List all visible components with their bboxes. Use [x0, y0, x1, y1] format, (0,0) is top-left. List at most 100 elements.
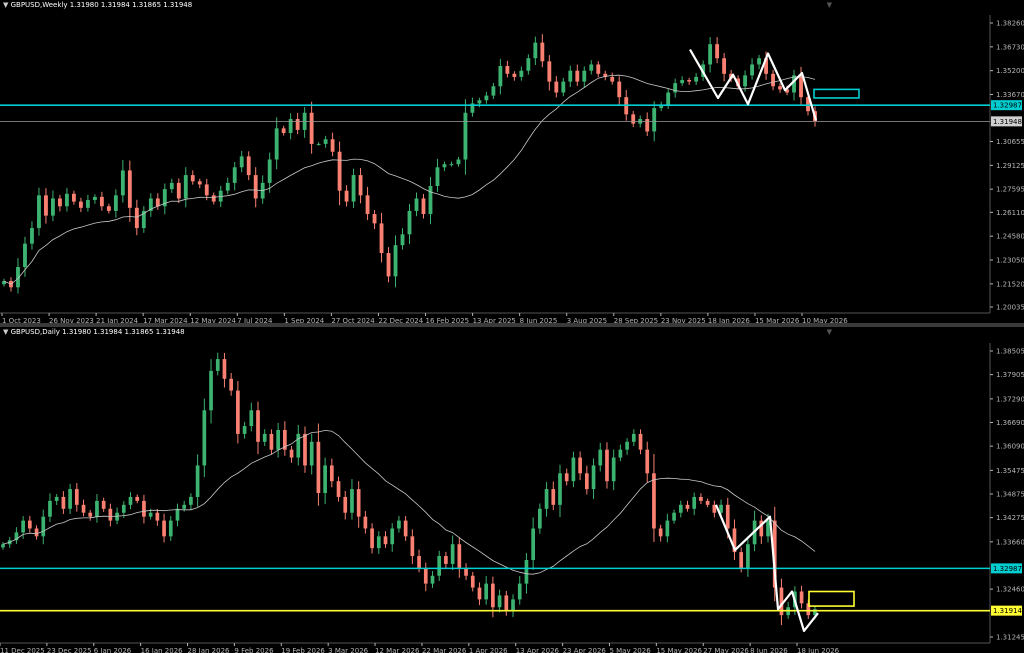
candle-body[interactable] [512, 73, 517, 77]
candle-body[interactable] [421, 198, 426, 215]
scroll-marker-icon[interactable]: ▼ [827, 1, 832, 9]
candle-body[interactable] [658, 528, 663, 537]
candle-body[interactable] [209, 370, 213, 411]
candle-body[interactable] [407, 210, 412, 235]
candle-body[interactable] [37, 195, 41, 229]
candle-body[interactable] [428, 185, 433, 215]
candle-body[interactable] [652, 473, 656, 529]
candle-body[interactable] [295, 118, 300, 130]
candle-body[interactable] [386, 253, 391, 277]
candle-body[interactable] [197, 181, 202, 185]
candle-body[interactable] [705, 500, 710, 505]
candle-body[interactable] [51, 198, 55, 216]
candle-body[interactable] [708, 44, 713, 65]
candle-body[interactable] [239, 156, 244, 168]
candle-body[interactable] [176, 182, 181, 199]
target-zone-box[interactable] [808, 590, 855, 607]
candle-body[interactable] [142, 500, 146, 517]
candle-body[interactable] [127, 170, 132, 208]
candle-body[interactable] [625, 441, 629, 450]
candle-body[interactable] [645, 118, 650, 132]
candle-body[interactable] [204, 184, 209, 196]
candle-body[interactable] [358, 175, 363, 196]
candle-body[interactable] [175, 508, 180, 521]
scroll-marker-icon[interactable]: ▼ [827, 328, 832, 336]
candle-body[interactable] [21, 520, 25, 533]
candle-body[interactable] [450, 544, 455, 564]
candle-body[interactable] [190, 175, 195, 182]
candle-body[interactable] [379, 223, 384, 254]
candle-body[interactable] [778, 86, 782, 90]
candle-body[interactable] [202, 410, 207, 466]
candle-body[interactable] [771, 73, 775, 87]
candle-body[interactable] [463, 112, 468, 160]
candle-body[interactable] [120, 170, 125, 196]
candle-body[interactable] [169, 182, 174, 190]
candle-body[interactable] [276, 429, 280, 450]
candle-body[interactable] [799, 591, 804, 604]
candle-body[interactable] [722, 58, 727, 74]
candle-body[interactable] [665, 520, 670, 537]
candle-body[interactable] [309, 441, 314, 466]
candle-body[interactable] [743, 75, 748, 87]
candle-body[interactable] [253, 175, 258, 199]
weekly-chart-panel[interactable]: 1.38260 1.36730 1.35200 1.33670 1.30655 1.291… [0, 0, 1024, 323]
candle-body[interactable] [511, 599, 515, 612]
candle-body[interactable] [504, 595, 509, 612]
candle-body[interactable] [323, 465, 327, 494]
candle-body[interactable] [449, 164, 454, 166]
candle-body[interactable] [533, 42, 538, 59]
candle-body[interactable] [106, 206, 111, 211]
candle-body[interactable] [611, 457, 616, 482]
candle-body[interactable] [605, 449, 609, 482]
candle-body[interactable] [95, 500, 99, 517]
candle-body[interactable] [617, 81, 622, 98]
candle-body[interactable] [757, 58, 761, 65]
candle-body[interactable] [403, 520, 408, 537]
candle-body[interactable] [598, 449, 603, 466]
candle-body[interactable] [596, 64, 601, 74]
candle-body[interactable] [225, 182, 230, 191]
candle-body[interactable] [182, 504, 187, 509]
candle-body[interactable] [750, 64, 755, 76]
candle-body[interactable] [540, 42, 545, 62]
candle-body[interactable] [610, 76, 615, 82]
candle-body[interactable] [547, 61, 552, 82]
candle-body[interactable] [101, 500, 106, 509]
candle-body[interactable] [551, 489, 556, 505]
candle-body[interactable] [568, 70, 573, 82]
target-zone-box[interactable] [813, 88, 860, 99]
candle-body[interactable] [85, 200, 90, 208]
candle-body[interactable] [437, 556, 442, 576]
candle-body[interactable] [155, 198, 160, 207]
candle-body[interactable] [687, 80, 692, 82]
candle-body[interactable] [363, 516, 368, 529]
candle-body[interactable] [309, 112, 314, 144]
candle-body[interactable] [685, 504, 690, 509]
candle-body[interactable] [517, 583, 522, 600]
collapse-triangle-icon[interactable]: ▼ [3, 1, 11, 9]
candle-body[interactable] [61, 496, 66, 509]
candle-body[interactable] [249, 410, 254, 427]
candle-body[interactable] [746, 544, 750, 568]
candle-body[interactable] [393, 245, 398, 277]
candle-body[interactable] [699, 496, 703, 501]
candle-body[interactable] [638, 433, 643, 450]
candle-body[interactable] [444, 556, 448, 564]
candle-body[interactable] [351, 175, 356, 202]
candle-body[interactable] [397, 520, 401, 529]
candle-body[interactable] [414, 198, 419, 211]
candle-body[interactable] [582, 70, 587, 82]
candle-body[interactable] [121, 504, 126, 513]
candle-body[interactable] [484, 95, 489, 101]
candle-body[interactable] [766, 520, 770, 537]
candle-body[interactable] [155, 512, 160, 521]
candle-body[interactable] [115, 512, 119, 521]
candle-body[interactable] [519, 70, 524, 77]
candle-body[interactable] [44, 195, 48, 216]
candle-body[interactable] [692, 496, 697, 509]
candle-body[interactable] [195, 465, 200, 497]
candle-body[interactable] [274, 128, 279, 160]
candle-body[interactable] [222, 359, 227, 379]
candle-body[interactable] [417, 556, 421, 568]
